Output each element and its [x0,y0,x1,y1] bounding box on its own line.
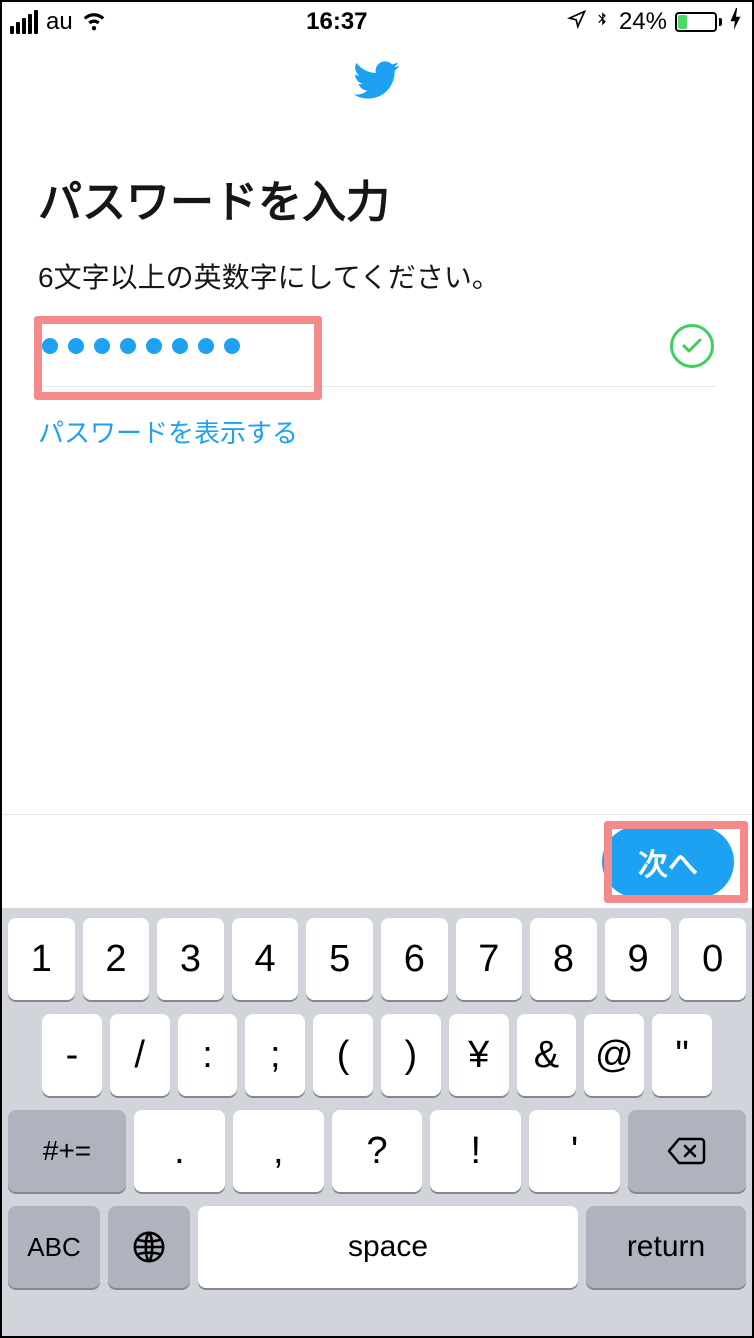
charging-icon [730,8,742,37]
bluetooth-icon [595,7,611,38]
key-?[interactable]: ? [332,1110,423,1192]
key-8[interactable]: 8 [530,918,597,1000]
key-¥[interactable]: ¥ [449,1014,509,1096]
next-button[interactable]: 次へ [602,826,734,898]
page-subtitle: 6文字以上の英数字にしてください。 [38,256,716,296]
key-return[interactable]: return [586,1206,746,1288]
key-2[interactable]: 2 [83,918,150,1000]
page-title: パスワードを入力 [38,166,716,230]
key-7[interactable]: 7 [456,918,523,1000]
signal-strength-icon [10,10,38,34]
keyboard-row-3: #+= .,?!' [8,1110,746,1192]
carrier-label: au [46,8,73,36]
valid-checkmark-icon [670,324,714,368]
key-abc[interactable]: ABC [8,1206,100,1288]
key-globe[interactable] [108,1206,190,1288]
key-symbol-mode[interactable]: #+= [8,1110,126,1192]
key-'[interactable]: ' [529,1110,620,1192]
twitter-bird-icon [353,56,401,109]
key-([interactable]: ( [313,1014,373,1096]
key-)[interactable]: ) [381,1014,441,1096]
battery-icon [675,12,722,32]
status-bar: au 16:37 24% [2,2,752,42]
key-/[interactable]: / [110,1014,170,1096]
status-left: au [10,6,107,39]
battery-percent: 24% [619,8,667,36]
wifi-icon [81,6,107,39]
key-:[interactable]: : [178,1014,238,1096]
key-;[interactable]: ; [245,1014,305,1096]
key-space[interactable]: space [198,1206,578,1288]
show-password-link[interactable]: パスワードを表示する [38,413,716,450]
highlight-annotation [34,316,322,400]
action-bar: 次へ [2,814,752,908]
key--[interactable]: - [42,1014,102,1096]
key-9[interactable]: 9 [605,918,672,1000]
status-right: 24% [567,7,742,38]
status-time: 16:37 [306,8,367,36]
key-"[interactable]: " [652,1014,712,1096]
keyboard: 1234567890 -/:;()¥&@" #+= .,?!' ABC spac… [2,908,752,1336]
key-,[interactable]: , [233,1110,324,1192]
key-6[interactable]: 6 [381,918,448,1000]
key-4[interactable]: 4 [232,918,299,1000]
content-area: パスワードを入力 6文字以上の英数字にしてください。 パスワードを表示する [2,122,752,450]
keyboard-row-2: -/:;()¥&@" [8,1014,746,1096]
key-delete[interactable] [628,1110,746,1192]
key-![interactable]: ! [430,1110,521,1192]
password-input[interactable] [38,338,670,354]
key-1[interactable]: 1 [8,918,75,1000]
key-0[interactable]: 0 [679,918,746,1000]
key-5[interactable]: 5 [306,918,373,1000]
key-&[interactable]: & [517,1014,577,1096]
keyboard-row-1: 1234567890 [8,918,746,1000]
key-@[interactable]: @ [584,1014,644,1096]
location-icon [567,8,587,36]
app-header [2,42,752,122]
key-.[interactable]: . [134,1110,225,1192]
key-3[interactable]: 3 [157,918,224,1000]
password-input-row[interactable] [38,324,716,387]
keyboard-row-4: ABC space return [8,1206,746,1288]
